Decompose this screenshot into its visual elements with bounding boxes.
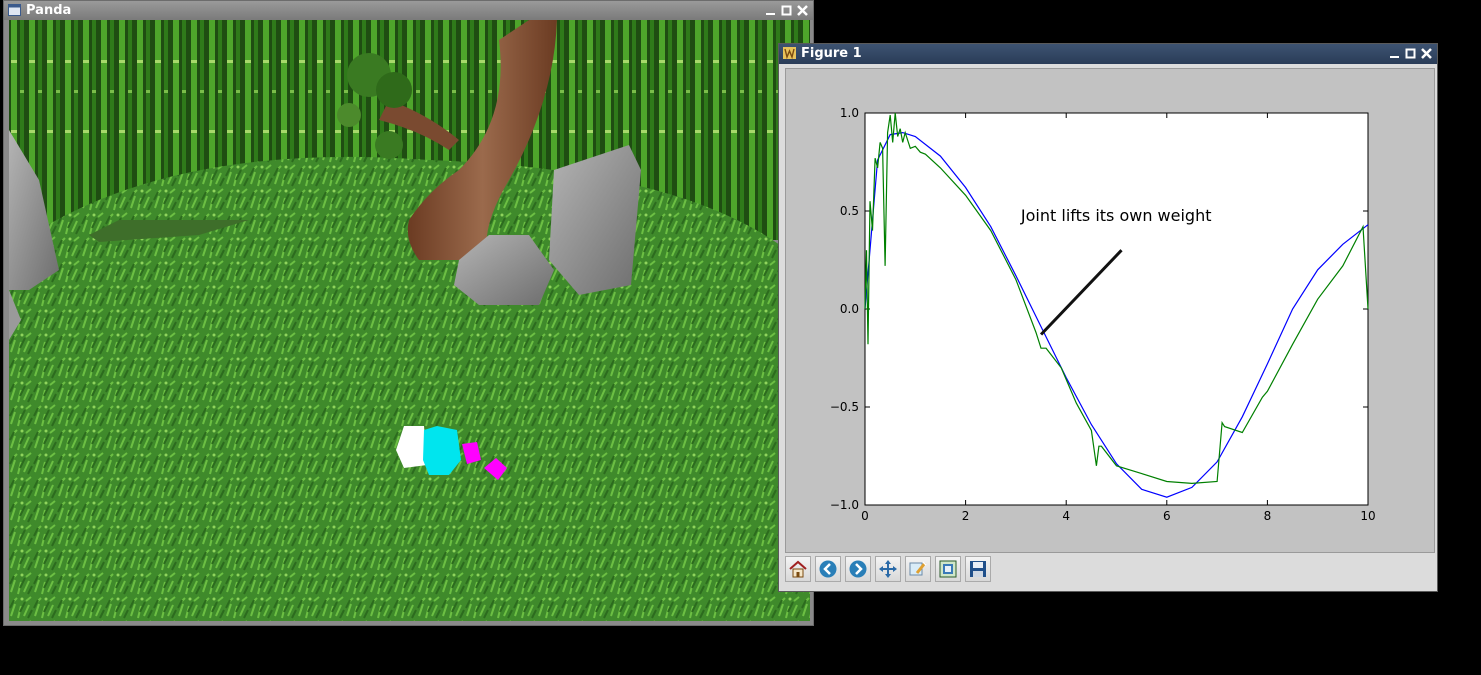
annotation-text: Joint lifts its own weight	[1020, 206, 1212, 225]
x-tick-label: 0	[861, 509, 869, 523]
close-icon[interactable]	[1420, 47, 1433, 60]
subplots-icon	[939, 560, 957, 578]
line-chart: 0 2 4 6 8 10 1.0 0.5 0.0 −0.5 −1.0 Joint lifts its…	[830, 106, 1376, 523]
forward-icon	[849, 560, 867, 578]
y-tick-label: −1.0	[830, 498, 859, 512]
save-button[interactable]	[965, 556, 991, 582]
x-tick-label: 6	[1163, 509, 1171, 523]
x-tick-label: 10	[1360, 509, 1375, 523]
forward-button[interactable]	[845, 556, 871, 582]
x-tick-label: 2	[962, 509, 970, 523]
minimize-icon[interactable]	[1388, 47, 1401, 60]
back-button[interactable]	[815, 556, 841, 582]
y-tick-label: −0.5	[830, 400, 859, 414]
minimize-icon[interactable]	[764, 4, 777, 17]
matplotlib-icon	[783, 47, 796, 59]
panda-window: Panda	[3, 0, 814, 626]
rock-tall	[549, 145, 641, 295]
figure-titlebar[interactable]: Figure 1	[779, 44, 1437, 64]
back-icon	[819, 560, 837, 578]
home-button[interactable]	[785, 556, 811, 582]
zoom-icon	[909, 561, 927, 576]
pan-button[interactable]	[875, 556, 901, 582]
figure-window: Figure 1 0 2 4 6 8 10 1.0 0.5 0.0 −0.5 −1.0 Joint …	[778, 43, 1438, 592]
pan-icon	[879, 560, 897, 578]
y-tick-label: 0.5	[840, 204, 859, 218]
close-icon[interactable]	[796, 4, 809, 17]
panda-titlebar[interactable]: Panda	[4, 1, 813, 20]
y-tick-label: 1.0	[840, 106, 859, 120]
subplots-button[interactable]	[935, 556, 961, 582]
maximize-icon[interactable]	[780, 4, 793, 17]
window-icon	[8, 4, 21, 16]
figure-canvas[interactable]: 0 2 4 6 8 10 1.0 0.5 0.0 −0.5 −1.0 Joint lifts its…	[785, 68, 1435, 553]
save-icon	[970, 561, 986, 577]
3d-viewport[interactable]	[9, 20, 810, 621]
figure-window-title: Figure 1	[801, 46, 862, 61]
x-tick-label: 8	[1264, 509, 1272, 523]
navigation-toolbar	[785, 556, 991, 586]
home-icon	[789, 560, 807, 578]
3d-scene	[9, 20, 810, 621]
y-tick-label: 0.0	[840, 302, 859, 316]
panda-window-title: Panda	[26, 3, 72, 18]
zoom-button[interactable]	[905, 556, 931, 582]
maximize-icon[interactable]	[1404, 47, 1417, 60]
x-tick-label: 4	[1062, 509, 1070, 523]
